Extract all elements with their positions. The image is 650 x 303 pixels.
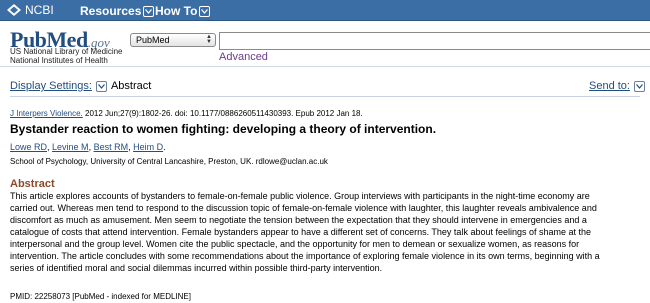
author-link[interactable]: Lowe RD xyxy=(10,142,47,152)
howto-label: How To xyxy=(155,4,198,18)
abstract-line: series of identified moral and social di… xyxy=(10,263,383,273)
chevron-down-icon xyxy=(199,5,211,17)
resources-label: Resources xyxy=(80,4,142,18)
chevron-down-icon[interactable] xyxy=(95,80,107,92)
abstract-line: catalogue of costs that attend intervent… xyxy=(10,227,592,237)
abstract-line: carried out. Whereas men tend to respond… xyxy=(10,203,597,213)
author-link[interactable]: Best RM xyxy=(94,142,129,152)
pubmed-header: PubMed.gov US National Library of Medici… xyxy=(0,22,650,66)
chevron-down-icon xyxy=(143,5,155,17)
header-divider xyxy=(0,66,650,67)
chevron-down-icon xyxy=(633,80,645,92)
article-title: Bystander reaction to women fighting: de… xyxy=(10,122,437,136)
abstract-line: intervention. The article concludes with… xyxy=(10,251,600,261)
citation-details: 2012 Jun;27(9):1802-26. doi: 10.1177/088… xyxy=(82,109,363,118)
ncbi-logo[interactable]: NCBI xyxy=(6,3,54,17)
search-input[interactable] xyxy=(219,32,650,50)
author-list: Lowe RD, Levine M, Best RM, Heim D. xyxy=(10,142,166,152)
journal-link[interactable]: J Interpers Violence. xyxy=(10,109,83,118)
section-divider xyxy=(10,96,640,97)
send-to-label: Send to: xyxy=(589,80,630,92)
abstract-line: interpersonal and the group level. Women… xyxy=(10,239,580,249)
ncbi-logo-text: NCBI xyxy=(25,3,54,17)
send-to-menu[interactable]: Send to: xyxy=(589,80,649,92)
abstract-heading: Abstract xyxy=(10,178,55,190)
advanced-search-link[interactable]: Advanced xyxy=(219,51,268,63)
display-settings-link[interactable]: Display Settings: xyxy=(10,80,92,92)
resources-menu[interactable]: Resources xyxy=(80,4,155,18)
author-affiliation: School of Psychology, University of Cent… xyxy=(10,157,328,166)
ncbi-logo-icon xyxy=(7,4,21,16)
database-select[interactable]: PubMed ▲ ▼ xyxy=(130,33,216,47)
ncbi-top-bar: NCBI Resources How To xyxy=(0,0,650,21)
logo-subtitle: US National Library of Medicine National… xyxy=(10,47,123,65)
citation-line: J Interpers Violence. 2012 Jun;27(9):180… xyxy=(10,109,363,118)
database-selected-value: PubMed xyxy=(136,35,170,45)
display-format-value: Abstract xyxy=(110,80,152,92)
display-settings-row: Display Settings: Abstract xyxy=(10,80,151,92)
logo-sub-line2: National Institutes of Health xyxy=(10,56,108,65)
abstract-line: This article explores accounts of bystan… xyxy=(10,191,590,201)
abstract-line: discomfort as much as amusement. Men see… xyxy=(10,215,587,225)
pmid-line: PMID: 22258073 [PubMed - indexed for MED… xyxy=(10,292,191,301)
select-arrows-icon: ▲ ▼ xyxy=(206,34,212,45)
author-link[interactable]: Heim D xyxy=(133,142,163,152)
logo-sub-line1: US National Library of Medicine xyxy=(10,47,123,56)
author-link[interactable]: Levine M xyxy=(52,142,89,152)
howto-menu[interactable]: How To xyxy=(155,4,211,18)
abstract-text: This article explores accounts of bystan… xyxy=(10,190,642,274)
